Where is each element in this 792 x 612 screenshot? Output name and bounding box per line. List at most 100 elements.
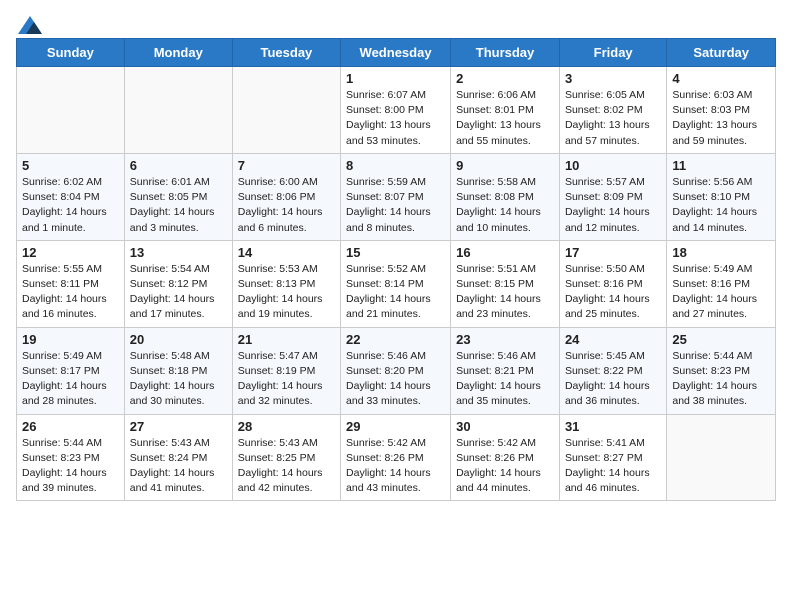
day-info: Sunrise: 5:46 AM Sunset: 8:20 PM Dayligh… bbox=[346, 349, 445, 410]
day-number: 4 bbox=[672, 71, 770, 86]
calendar-cell: 7 Sunrise: 6:00 AM Sunset: 8:06 PM Daylig… bbox=[232, 153, 340, 240]
day-info: Sunrise: 5:49 AM Sunset: 8:17 PM Dayligh… bbox=[22, 349, 119, 410]
calendar: SundayMondayTuesdayWednesdayThursdayFrid… bbox=[16, 38, 776, 501]
day-header-saturday: Saturday bbox=[667, 39, 776, 67]
day-info: Sunrise: 5:49 AM Sunset: 8:16 PM Dayligh… bbox=[672, 262, 770, 323]
day-number: 28 bbox=[238, 419, 335, 434]
day-number: 14 bbox=[238, 245, 335, 260]
day-number: 21 bbox=[238, 332, 335, 347]
calendar-cell: 20 Sunrise: 5:48 AM Sunset: 8:18 PM Dayli… bbox=[124, 327, 232, 414]
day-header-thursday: Thursday bbox=[451, 39, 560, 67]
day-number: 26 bbox=[22, 419, 119, 434]
day-info: Sunrise: 5:43 AM Sunset: 8:25 PM Dayligh… bbox=[238, 436, 335, 497]
day-header-monday: Monday bbox=[124, 39, 232, 67]
calendar-cell: 21Sunrise: 5:47 AM Sunset: 8:19 PM Dayli… bbox=[232, 327, 340, 414]
day-number: 24 bbox=[565, 332, 661, 347]
day-info: Sunrise: 5:56 AM Sunset: 8:10 PM Dayligh… bbox=[672, 175, 770, 236]
day-info: Sunrise: 6:05 AM Sunset: 8:02 PM Dayligh… bbox=[565, 88, 661, 149]
calendar-week-row: 5 Sunrise: 6:02 AM Sunset: 8:04 PM Daylig… bbox=[17, 153, 776, 240]
calendar-cell: 11 Sunrise: 5:56 AM Sunset: 8:10 PM Dayli… bbox=[667, 153, 776, 240]
day-info: Sunrise: 5:50 AM Sunset: 8:16 PM Dayligh… bbox=[565, 262, 661, 323]
page-header bbox=[16, 16, 776, 30]
calendar-cell: 31 Sunrise: 5:41 AM Sunset: 8:27 PM Dayli… bbox=[559, 414, 666, 501]
day-info: Sunrise: 5:45 AM Sunset: 8:22 PM Dayligh… bbox=[565, 349, 661, 410]
day-number: 5 bbox=[22, 158, 119, 173]
logo bbox=[16, 16, 42, 30]
day-info: Sunrise: 6:02 AM Sunset: 8:04 PM Dayligh… bbox=[22, 175, 119, 236]
day-number: 27 bbox=[130, 419, 227, 434]
day-info: Sunrise: 5:53 AM Sunset: 8:13 PM Dayligh… bbox=[238, 262, 335, 323]
calendar-cell: 10Sunrise: 5:57 AM Sunset: 8:09 PM Dayli… bbox=[559, 153, 666, 240]
day-info: Sunrise: 5:43 AM Sunset: 8:24 PM Dayligh… bbox=[130, 436, 227, 497]
day-number: 13 bbox=[130, 245, 227, 260]
day-number: 22 bbox=[346, 332, 445, 347]
calendar-cell: 6 Sunrise: 6:01 AM Sunset: 8:05 PM Daylig… bbox=[124, 153, 232, 240]
day-info: Sunrise: 5:52 AM Sunset: 8:14 PM Dayligh… bbox=[346, 262, 445, 323]
calendar-cell: 28 Sunrise: 5:43 AM Sunset: 8:25 PM Dayli… bbox=[232, 414, 340, 501]
calendar-cell: 22 Sunrise: 5:46 AM Sunset: 8:20 PM Dayli… bbox=[341, 327, 451, 414]
calendar-cell: 3 Sunrise: 6:05 AM Sunset: 8:02 PM Daylig… bbox=[559, 67, 666, 154]
day-info: Sunrise: 5:42 AM Sunset: 8:26 PM Dayligh… bbox=[456, 436, 554, 497]
calendar-cell: 12 Sunrise: 5:55 AM Sunset: 8:11 PM Dayli… bbox=[17, 240, 125, 327]
calendar-cell bbox=[17, 67, 125, 154]
day-number: 17 bbox=[565, 245, 661, 260]
day-number: 3 bbox=[565, 71, 661, 86]
calendar-cell: 25 Sunrise: 5:44 AM Sunset: 8:23 PM Dayli… bbox=[667, 327, 776, 414]
day-number: 7 bbox=[238, 158, 335, 173]
calendar-cell: 14 Sunrise: 5:53 AM Sunset: 8:13 PM Dayli… bbox=[232, 240, 340, 327]
day-info: Sunrise: 5:54 AM Sunset: 8:12 PM Dayligh… bbox=[130, 262, 227, 323]
day-number: 31 bbox=[565, 419, 661, 434]
calendar-cell: 19Sunrise: 5:49 AM Sunset: 8:17 PM Dayli… bbox=[17, 327, 125, 414]
calendar-cell: 26 Sunrise: 5:44 AM Sunset: 8:23 PM Dayli… bbox=[17, 414, 125, 501]
day-info: Sunrise: 6:01 AM Sunset: 8:05 PM Dayligh… bbox=[130, 175, 227, 236]
day-number: 1 bbox=[346, 71, 445, 86]
logo-icon bbox=[18, 16, 42, 34]
day-info: Sunrise: 5:59 AM Sunset: 8:07 PM Dayligh… bbox=[346, 175, 445, 236]
day-info: Sunrise: 5:58 AM Sunset: 8:08 PM Dayligh… bbox=[456, 175, 554, 236]
day-number: 2 bbox=[456, 71, 554, 86]
day-info: Sunrise: 6:00 AM Sunset: 8:06 PM Dayligh… bbox=[238, 175, 335, 236]
day-number: 23 bbox=[456, 332, 554, 347]
day-info: Sunrise: 6:06 AM Sunset: 8:01 PM Dayligh… bbox=[456, 88, 554, 149]
day-info: Sunrise: 5:46 AM Sunset: 8:21 PM Dayligh… bbox=[456, 349, 554, 410]
day-header-tuesday: Tuesday bbox=[232, 39, 340, 67]
day-number: 12 bbox=[22, 245, 119, 260]
calendar-cell: 8Sunrise: 5:59 AM Sunset: 8:07 PM Daylig… bbox=[341, 153, 451, 240]
calendar-cell: 16 Sunrise: 5:51 AM Sunset: 8:15 PM Dayli… bbox=[451, 240, 560, 327]
calendar-cell: 17 Sunrise: 5:50 AM Sunset: 8:16 PM Dayli… bbox=[559, 240, 666, 327]
day-info: Sunrise: 5:48 AM Sunset: 8:18 PM Dayligh… bbox=[130, 349, 227, 410]
day-info: Sunrise: 6:07 AM Sunset: 8:00 PM Dayligh… bbox=[346, 88, 445, 149]
calendar-week-row: 1 Sunrise: 6:07 AM Sunset: 8:00 PM Daylig… bbox=[17, 67, 776, 154]
day-info: Sunrise: 5:51 AM Sunset: 8:15 PM Dayligh… bbox=[456, 262, 554, 323]
calendar-cell bbox=[667, 414, 776, 501]
calendar-cell: 30 Sunrise: 5:42 AM Sunset: 8:26 PM Dayli… bbox=[451, 414, 560, 501]
day-number: 9 bbox=[456, 158, 554, 173]
day-number: 29 bbox=[346, 419, 445, 434]
calendar-cell: 2 Sunrise: 6:06 AM Sunset: 8:01 PM Daylig… bbox=[451, 67, 560, 154]
calendar-cell: 4 Sunrise: 6:03 AM Sunset: 8:03 PM Daylig… bbox=[667, 67, 776, 154]
calendar-week-row: 26 Sunrise: 5:44 AM Sunset: 8:23 PM Dayli… bbox=[17, 414, 776, 501]
calendar-cell: 23 Sunrise: 5:46 AM Sunset: 8:21 PM Dayli… bbox=[451, 327, 560, 414]
day-number: 6 bbox=[130, 158, 227, 173]
day-info: Sunrise: 5:44 AM Sunset: 8:23 PM Dayligh… bbox=[22, 436, 119, 497]
calendar-cell: 5 Sunrise: 6:02 AM Sunset: 8:04 PM Daylig… bbox=[17, 153, 125, 240]
calendar-cell: 9 Sunrise: 5:58 AM Sunset: 8:08 PM Daylig… bbox=[451, 153, 560, 240]
calendar-header-row: SundayMondayTuesdayWednesdayThursdayFrid… bbox=[17, 39, 776, 67]
day-number: 20 bbox=[130, 332, 227, 347]
calendar-cell bbox=[232, 67, 340, 154]
day-info: Sunrise: 5:55 AM Sunset: 8:11 PM Dayligh… bbox=[22, 262, 119, 323]
calendar-cell: 24 Sunrise: 5:45 AM Sunset: 8:22 PM Dayli… bbox=[559, 327, 666, 414]
day-number: 15 bbox=[346, 245, 445, 260]
day-number: 11 bbox=[672, 158, 770, 173]
day-info: Sunrise: 5:42 AM Sunset: 8:26 PM Dayligh… bbox=[346, 436, 445, 497]
day-info: Sunrise: 6:03 AM Sunset: 8:03 PM Dayligh… bbox=[672, 88, 770, 149]
day-number: 25 bbox=[672, 332, 770, 347]
day-number: 30 bbox=[456, 419, 554, 434]
day-info: Sunrise: 5:57 AM Sunset: 8:09 PM Dayligh… bbox=[565, 175, 661, 236]
day-info: Sunrise: 5:44 AM Sunset: 8:23 PM Dayligh… bbox=[672, 349, 770, 410]
day-info: Sunrise: 5:41 AM Sunset: 8:27 PM Dayligh… bbox=[565, 436, 661, 497]
calendar-cell: 15 Sunrise: 5:52 AM Sunset: 8:14 PM Dayli… bbox=[341, 240, 451, 327]
calendar-cell bbox=[124, 67, 232, 154]
day-number: 16 bbox=[456, 245, 554, 260]
calendar-cell: 18Sunrise: 5:49 AM Sunset: 8:16 PM Dayli… bbox=[667, 240, 776, 327]
